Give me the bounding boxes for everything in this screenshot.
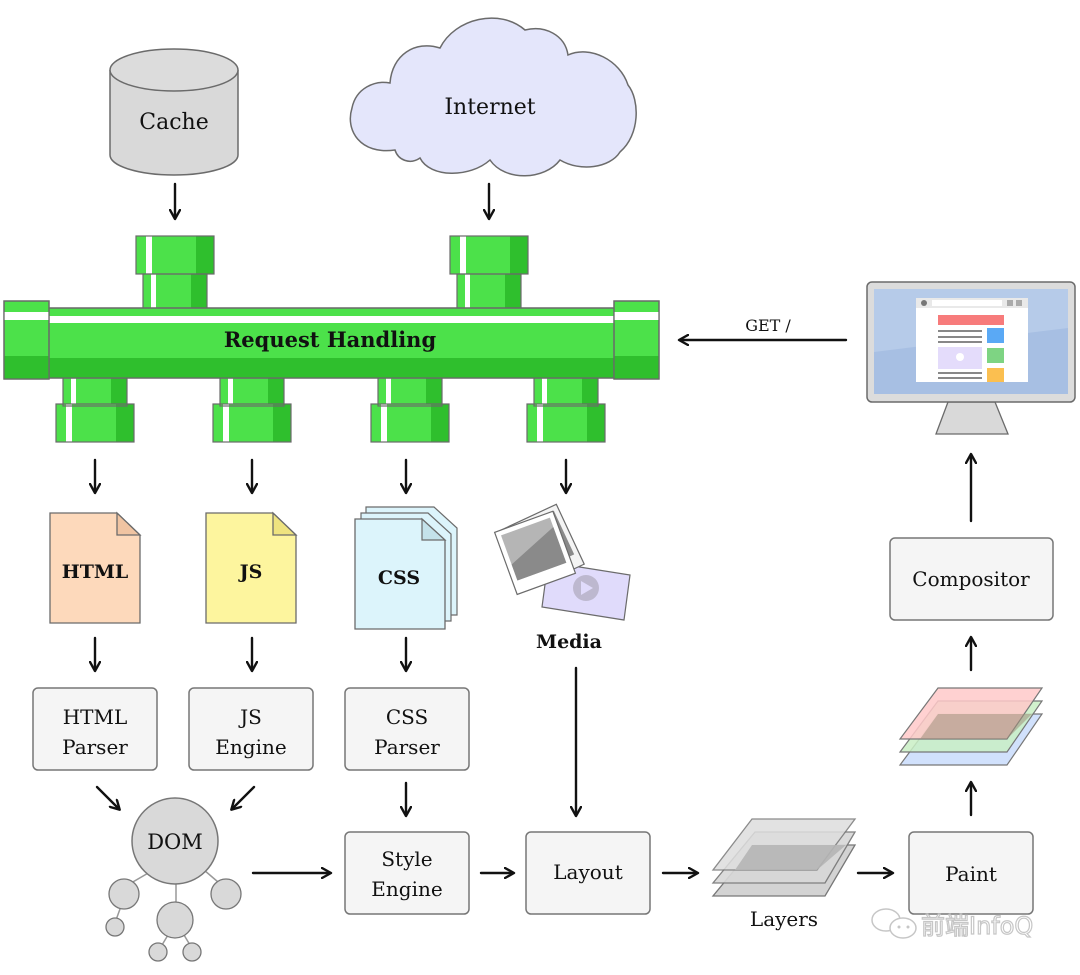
request-handling-label: Request Handling (224, 327, 437, 352)
pipe-inlet-cache (135, 235, 215, 315)
wechat-icon (871, 908, 917, 939)
style-engine-box: Style Engine (344, 831, 470, 915)
paint-label: Paint (945, 862, 997, 886)
html-parser-line2: Parser (62, 735, 128, 759)
layout-label: Layout (553, 860, 622, 884)
arrow-html-parser-to-dom (95, 785, 119, 809)
cache-database-icon: Cache (109, 48, 239, 176)
js-file-label: JS (238, 561, 263, 583)
arrow-js-engine-to-dom (232, 785, 256, 809)
dom-label: DOM (147, 830, 203, 854)
html-file-label: HTML (62, 561, 128, 583)
dom-tree-icon: DOM (105, 797, 242, 962)
painted-layers-icon (898, 687, 1044, 766)
internet-cloud-icon: Internet (349, 17, 637, 177)
paint-box: Paint (908, 831, 1034, 915)
js-engine-box: JS Engine (188, 687, 314, 771)
style-engine-line2: Engine (371, 877, 442, 901)
js-engine-line2: Engine (215, 735, 286, 759)
js-file-icon: JS (205, 511, 298, 624)
browser-rendering-pipeline-diagram: Cache Internet Request Handling GET / HT… (0, 0, 1080, 975)
html-parser-line1: HTML (63, 705, 128, 729)
html-file-icon: HTML (49, 511, 142, 624)
layers-icon: Layers (711, 818, 857, 931)
css-file-label: CSS (378, 567, 420, 589)
css-parser-line2: Parser (374, 735, 440, 759)
media-label: Media (536, 631, 602, 653)
layers-label: Layers (750, 907, 818, 931)
watermark: 前端InfoQ (871, 908, 1034, 941)
layout-box: Layout (525, 831, 651, 915)
internet-label: Internet (444, 95, 535, 120)
css-parser-line1: CSS (386, 705, 428, 729)
css-parser-box: CSS Parser (344, 687, 470, 771)
compositor-label: Compositor (912, 567, 1030, 591)
watermark-text: 前端InfoQ (921, 912, 1033, 940)
html-parser-box: HTML Parser (32, 687, 158, 771)
media-photos-icon: Media (493, 503, 631, 653)
get-request-label: GET / (745, 316, 791, 335)
style-engine-line1: Style (381, 847, 432, 871)
cache-label: Cache (139, 110, 208, 135)
monitor-icon (866, 281, 1076, 435)
compositor-box: Compositor (889, 537, 1054, 621)
js-engine-line1: JS (238, 705, 262, 729)
pipe-inlet-internet (449, 235, 529, 315)
css-files-icon: CSS (354, 506, 458, 630)
